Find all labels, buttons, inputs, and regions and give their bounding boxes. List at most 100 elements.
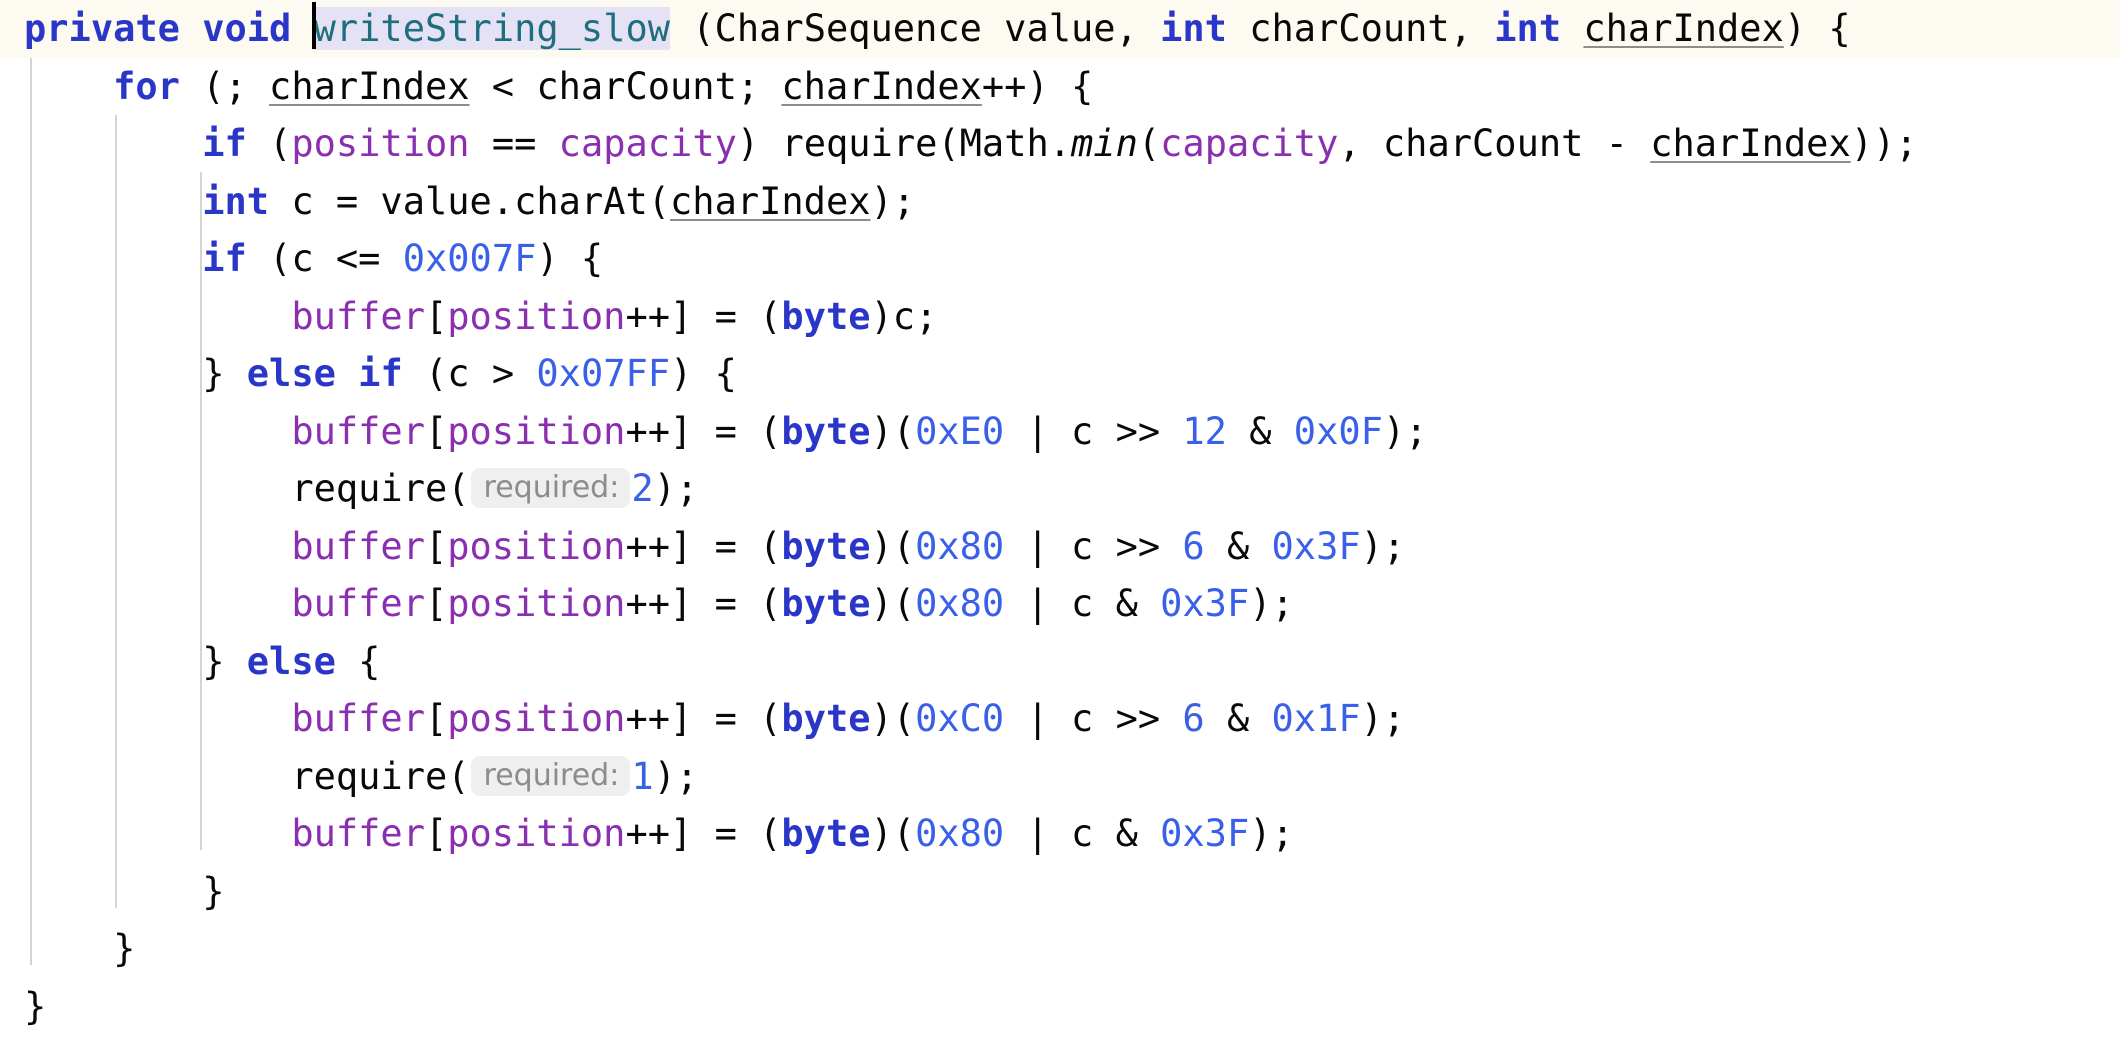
code-line[interactable]: int c = value.charAt(charIndex); <box>0 173 2120 231</box>
code-token-number: 0xC0 <box>915 697 1005 740</box>
code-token-keyword: void <box>202 7 292 50</box>
code-token-plain: )); <box>1850 122 1918 165</box>
code-token-plain: ); <box>1249 812 1294 855</box>
code-token-keyword: byte <box>781 582 871 625</box>
code-token-number: 0x0F <box>1293 409 1383 453</box>
code-token-keyword: byte <box>781 697 871 740</box>
code-token-keyword: else <box>246 639 336 683</box>
code-token-plain: )c; <box>870 294 938 338</box>
code-token-plain: ++] = ( <box>625 697 782 740</box>
code-token-number: 2 <box>631 467 654 510</box>
code-line[interactable]: buffer[position++] = (byte)c; <box>0 288 2120 346</box>
code-token-plain: ); <box>653 754 699 798</box>
code-token-keyword: int <box>202 179 270 223</box>
code-token-plain: } <box>202 869 225 913</box>
code-token-field: capacity <box>558 122 737 165</box>
code-line[interactable]: for (; charIndex < charCount; charIndex+… <box>0 58 2120 116</box>
code-token-plain: & <box>1204 524 1272 568</box>
code-token-plain: [ <box>424 409 448 453</box>
code-token-plain: value, <box>981 7 1161 50</box>
inlay-parameter-hint[interactable]: required: <box>470 468 631 508</box>
code-token-plain: charCount, <box>1226 7 1495 50</box>
code-token-plain: ++] = ( <box>625 524 782 568</box>
code-token-number: 1 <box>631 754 654 798</box>
code-line[interactable]: require(required: 2); <box>0 460 2120 518</box>
code-token-keyword: else <box>246 352 336 395</box>
code-token-number: 0x80 <box>915 582 1005 625</box>
code-line[interactable]: require(required: 1); <box>0 748 2120 806</box>
code-token-keyword: private <box>24 7 180 50</box>
code-token-plain: )( <box>870 524 916 568</box>
code-token-plain: ) { <box>1783 7 1851 50</box>
code-token-field: position <box>447 409 626 453</box>
code-token-plain: | c >> <box>1004 524 1183 568</box>
code-line[interactable]: } else { <box>0 633 2120 691</box>
code-line[interactable]: } else if (c > 0x07FF) { <box>0 345 2120 403</box>
code-token-plain: & <box>1204 697 1272 740</box>
code-token-plain: ++] = ( <box>625 812 782 855</box>
code-token-plain: } <box>24 984 47 1028</box>
code-line[interactable]: buffer[position++] = (byte)(0x80 | c >> … <box>0 518 2120 576</box>
code-token-plain: == <box>469 122 559 165</box>
code-token-keyword: byte <box>781 294 871 338</box>
code-line[interactable]: buffer[position++] = (byte)(0xC0 | c >> … <box>0 690 2120 748</box>
code-token-plain: ) { <box>536 237 604 280</box>
code-token-plain: ); <box>1360 697 1406 740</box>
code-token-keyword: int <box>1494 7 1562 50</box>
code-line[interactable]: buffer[position++] = (byte)(0x80 | c & 0… <box>0 575 2120 633</box>
code-token-plain: )( <box>870 582 916 625</box>
code-editor-pane[interactable]: private void writeString_slow (CharSeque… <box>0 0 2120 1040</box>
code-token-plain: | c >> <box>1004 697 1183 740</box>
code-line[interactable]: if (c <= 0x007F) { <box>0 230 2120 288</box>
code-line[interactable]: } <box>0 920 2120 978</box>
code-token-plain: ++) { <box>981 64 1094 108</box>
code-token-plain: ) require(Math. <box>736 122 1072 165</box>
code-token-field: position <box>447 812 626 855</box>
code-token-field: buffer <box>291 409 425 453</box>
code-line[interactable]: if (position == capacity) require(Math.m… <box>0 115 2120 173</box>
code-token-plain: ); <box>1249 582 1294 625</box>
code-token-plain: [ <box>424 812 448 855</box>
code-token-number: 0x3F <box>1160 812 1250 855</box>
code-token-plain: ); <box>653 467 699 510</box>
code-token-field: position <box>447 697 626 740</box>
code-token-plain: { <box>335 639 381 683</box>
code-token-keyword: int <box>1160 7 1227 50</box>
code-line[interactable]: } <box>0 863 2120 921</box>
code-token-keyword: if <box>202 237 247 280</box>
code-token-keyword: for <box>113 64 180 108</box>
code-token-plain: ++] = ( <box>625 409 782 453</box>
code-token-number: 0x07FF <box>536 352 671 395</box>
code-token-number: 12 <box>1182 409 1227 453</box>
code-token-plain: ( <box>670 7 715 50</box>
inlay-parameter-hint[interactable]: required: <box>470 755 631 796</box>
code-token-number: 0xE0 <box>915 409 1005 453</box>
code-line[interactable]: private void writeString_slow (CharSeque… <box>0 0 2120 58</box>
code-token-field: position <box>447 524 626 568</box>
code-lines[interactable]: private void writeString_slow (CharSeque… <box>0 0 2120 1035</box>
code-token-plain: , charCount - <box>1338 122 1651 165</box>
code-token-number: 0x80 <box>915 524 1005 568</box>
code-token-plain: )( <box>870 697 916 740</box>
code-token-plain: )( <box>870 409 916 453</box>
code-line[interactable]: buffer[position++] = (byte)(0xE0 | c >> … <box>0 403 2120 461</box>
code-line[interactable]: } <box>0 978 2120 1036</box>
code-token-number: 6 <box>1182 697 1205 740</box>
code-token-field: position <box>447 582 626 625</box>
code-line[interactable]: buffer[position++] = (byte)(0x80 | c & 0… <box>0 805 2120 863</box>
code-token-plain: [ <box>424 582 448 625</box>
code-token-number: 0x007F <box>402 237 537 280</box>
code-token-param: charIndex <box>781 64 982 108</box>
code-token-field: buffer <box>291 294 425 338</box>
code-token-plain: ++] = ( <box>625 582 782 625</box>
code-token-number: 0x3F <box>1160 582 1250 625</box>
code-token-keyword: if <box>202 122 247 165</box>
